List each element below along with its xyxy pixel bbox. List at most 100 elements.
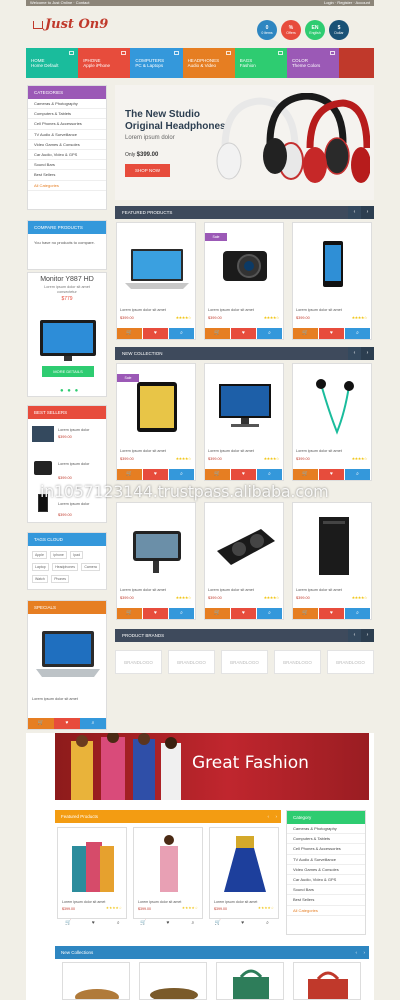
prev-arrow-icon[interactable]: ‹: [348, 629, 361, 642]
category-item[interactable]: Sound Bars: [287, 885, 365, 896]
cart-icon[interactable]: 🛒: [117, 328, 143, 339]
cart-icon[interactable]: 🛒: [293, 469, 319, 480]
search-icon[interactable]: ⌕: [257, 469, 283, 480]
product-card[interactable]: Lorem ipsum dolor sit amet $399.00 ★★★★☆…: [292, 222, 372, 340]
brand-logo[interactable]: BRANDLOGO: [115, 650, 162, 674]
monitor-details-button[interactable]: MORE DETAILS: [42, 366, 94, 377]
nav-computers[interactable]: COMPUTERS PC & Laptops: [130, 48, 183, 78]
product-name[interactable]: Lorem ipsum dolor sit amet: [296, 588, 342, 592]
next-arrow-icon[interactable]: ›: [361, 629, 374, 642]
cart-icon[interactable]: 🛒: [205, 608, 231, 619]
category-item[interactable]: All Categories: [28, 181, 106, 191]
category-item[interactable]: Cameras & Photography: [287, 824, 365, 835]
category-item[interactable]: Cameras & Photography: [28, 99, 106, 110]
search-icon[interactable]: ⌕: [257, 608, 283, 619]
heart-icon[interactable]: ♥: [143, 608, 169, 619]
brand-logo[interactable]: BRANDLOGO: [327, 650, 374, 674]
category-item[interactable]: All Categories: [287, 906, 365, 916]
bag-product-card[interactable]: [216, 962, 284, 1000]
best-item-name[interactable]: Lorem ipsum dolor: [58, 502, 89, 506]
product-name[interactable]: Lorem ipsum dolor sit amet: [120, 588, 166, 592]
heart-icon[interactable]: ♥: [143, 328, 169, 339]
search-icon[interactable]: ⌕: [345, 608, 371, 619]
category-item[interactable]: Cell Phones & Accessories: [287, 844, 365, 855]
category-item[interactable]: Cell Phones & Accessories: [28, 119, 106, 130]
fashion-product-card[interactable]: Lorem ipsum dolor sit amet $399.00 ★★★★☆: [209, 827, 279, 919]
fashion-banner[interactable]: Great Fashion: [55, 733, 369, 800]
special-name[interactable]: Lorem ipsum dolor sit amet: [32, 697, 78, 701]
product-name[interactable]: Lorem ipsum dolor sit amet: [120, 308, 166, 312]
heart-icon[interactable]: ♥: [231, 469, 257, 480]
cart-icon[interactable]: 🛒: [205, 328, 231, 339]
next-arrow-icon[interactable]: ›: [364, 946, 366, 959]
category-item[interactable]: Video Games & Consoles: [28, 140, 106, 151]
category-item[interactable]: Video Games & Consoles: [287, 865, 365, 876]
cart-icon[interactable]: 🛒: [293, 328, 319, 339]
category-item[interactable]: Computers & Tablets: [28, 109, 106, 120]
laptop-image[interactable]: [34, 629, 102, 685]
heart-icon[interactable]: ♥: [231, 920, 254, 930]
product-card[interactable]: Sale Lorem ipsum dolor sit amet $399.00 …: [116, 363, 196, 481]
search-icon[interactable]: ⌕: [107, 920, 130, 930]
search-icon[interactable]: ⌕: [181, 920, 204, 930]
product-name[interactable]: Lorem ipsum dolor sit amet: [62, 900, 105, 904]
product-card[interactable]: Lorem ipsum dolor sit amet $399.00 ★★★★☆…: [204, 363, 284, 481]
heart-icon[interactable]: ♥: [82, 920, 105, 930]
best-item-name[interactable]: Lorem ipsum dolor: [58, 428, 89, 432]
brand-logo[interactable]: BRANDLOGO: [274, 650, 321, 674]
product-card[interactable]: Lorem ipsum dolor sit amet $399.00 ★★★★☆…: [292, 502, 372, 620]
tag[interactable]: Apple: [32, 551, 47, 559]
product-card[interactable]: Sale Lorem ipsum dolor sit amet $399.00 …: [204, 222, 284, 340]
product-card[interactable]: Lorem ipsum dolor sit amet $399.00 ★★★★☆…: [204, 502, 284, 620]
fashion-product-card[interactable]: Lorem ipsum dolor sit amet $399.00 ★★★★☆: [133, 827, 203, 919]
heart-icon[interactable]: ♥: [54, 718, 80, 729]
tag[interactable]: Laptop: [32, 563, 49, 571]
search-icon[interactable]: ⌕: [345, 328, 371, 339]
cart-icon[interactable]: 🛒: [117, 469, 143, 480]
tag[interactable]: Phones: [51, 575, 70, 583]
product-card[interactable]: Lorem ipsum dolor sit amet $399.00 ★★★★☆…: [292, 363, 372, 481]
nav-extra[interactable]: [339, 48, 375, 78]
search-icon[interactable]: ⌕: [169, 328, 195, 339]
cart-icon[interactable]: 🛒: [117, 608, 143, 619]
category-item[interactable]: Car Audio, Video & GPS: [287, 875, 365, 886]
currency-circle-button[interactable]: $ Dollar: [329, 20, 349, 40]
prev-arrow-icon[interactable]: ‹: [348, 206, 361, 219]
product-name[interactable]: Lorem ipsum dolor sit amet: [214, 900, 257, 904]
bag-product-card[interactable]: [293, 962, 361, 1000]
cart-circle-button[interactable]: 00 items: [257, 20, 277, 40]
product-name[interactable]: Lorem ipsum dolor sit amet: [208, 308, 254, 312]
tag[interactable]: Camera: [81, 563, 100, 571]
category-item[interactable]: Computers & Tablets: [287, 834, 365, 845]
cart-icon[interactable]: 🛒: [293, 608, 319, 619]
category-item[interactable]: Best Sellers: [28, 170, 106, 181]
cart-icon[interactable]: 🛒: [132, 920, 155, 930]
brand-logo[interactable]: BRANDLOGO: [168, 650, 215, 674]
nav-bags[interactable]: BAGS Fashion: [234, 48, 287, 78]
cart-icon[interactable]: 🛒: [28, 718, 54, 729]
heart-icon[interactable]: ♥: [319, 469, 345, 480]
tag[interactable]: Watch: [32, 575, 48, 583]
heart-icon[interactable]: ♥: [143, 469, 169, 480]
hero-banner[interactable]: The New Studio Original Headphones Lorem…: [115, 85, 374, 200]
next-arrow-icon[interactable]: ›: [361, 206, 374, 219]
brand-logo[interactable]: BRANDLOGO: [221, 650, 268, 674]
heart-icon[interactable]: ♥: [231, 328, 257, 339]
product-card[interactable]: Lorem ipsum dolor sit amet $399.00 ★★★★☆…: [116, 502, 196, 620]
laptop-thumb[interactable]: [32, 426, 54, 442]
language-circle-button[interactable]: EN English: [305, 20, 325, 40]
prev-arrow-icon[interactable]: ‹: [356, 946, 358, 959]
cart-icon[interactable]: 🛒: [57, 920, 80, 930]
camera-thumb[interactable]: [34, 461, 52, 475]
fashion-product-card[interactable]: Lorem ipsum dolor sit amet $399.00 ★★★★☆: [57, 827, 127, 919]
cart-icon[interactable]: 🛒: [205, 469, 231, 480]
next-arrow-icon[interactable]: ›: [361, 347, 374, 360]
product-name[interactable]: Lorem ipsum dolor sit amet: [296, 449, 342, 453]
search-icon[interactable]: ⌕: [345, 469, 371, 480]
category-item[interactable]: Best Sellers: [287, 895, 365, 906]
best-item-name[interactable]: Lorem ipsum dolor: [58, 462, 89, 466]
tag[interactable]: Headphones: [52, 563, 78, 571]
nav-iphone[interactable]: IPHONE Apple iPhone: [78, 48, 131, 78]
search-icon[interactable]: ⌕: [256, 920, 279, 930]
category-item[interactable]: TV Audio & Surveillance: [287, 855, 365, 865]
